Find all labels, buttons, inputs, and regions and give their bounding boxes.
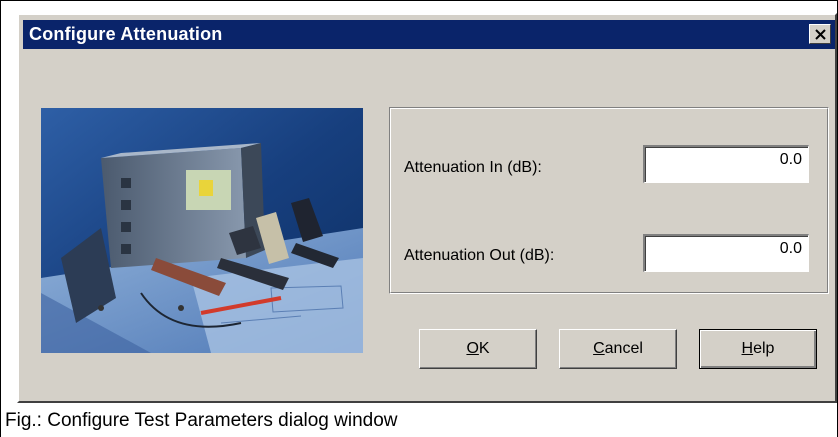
test-equipment-photo-image bbox=[41, 108, 363, 353]
dialog-title: Configure Attenuation bbox=[29, 24, 223, 44]
cancel-button-mnemonic: C bbox=[593, 340, 605, 357]
help-button-label: elp bbox=[753, 340, 775, 357]
figure-caption: Fig.: Configure Test Parameters dialog w… bbox=[5, 410, 398, 431]
title-bar[interactable]: Configure Attenuation bbox=[23, 20, 835, 49]
figure-frame: Configure Attenuation Attenuation In (dB… bbox=[0, 0, 838, 437]
close-icon bbox=[815, 29, 826, 40]
attenuation-in-input[interactable] bbox=[645, 147, 808, 182]
product-photo bbox=[41, 108, 363, 353]
attenuation-in-field[interactable] bbox=[643, 145, 809, 183]
ok-button-label: K bbox=[478, 340, 490, 357]
ok-button-mnemonic: O bbox=[466, 340, 479, 357]
help-button[interactable]: Help bbox=[699, 329, 817, 369]
help-button-mnemonic: H bbox=[741, 340, 754, 357]
cancel-button-label: ancel bbox=[604, 340, 643, 357]
attenuation-in-label: Attenuation In (dB): bbox=[404, 159, 542, 176]
attenuation-out-label: Attenuation Out (dB): bbox=[404, 247, 555, 264]
cancel-button[interactable]: Cancel bbox=[559, 329, 677, 369]
close-button[interactable] bbox=[809, 24, 831, 44]
attenuation-out-input[interactable] bbox=[645, 236, 808, 271]
ok-button[interactable]: OK bbox=[419, 329, 537, 369]
attenuation-group-box: Attenuation In (dB): Attenuation Out (dB… bbox=[389, 107, 829, 294]
attenuation-out-field[interactable] bbox=[643, 234, 809, 272]
configure-attenuation-dialog: Configure Attenuation Attenuation In (dB… bbox=[17, 13, 837, 403]
